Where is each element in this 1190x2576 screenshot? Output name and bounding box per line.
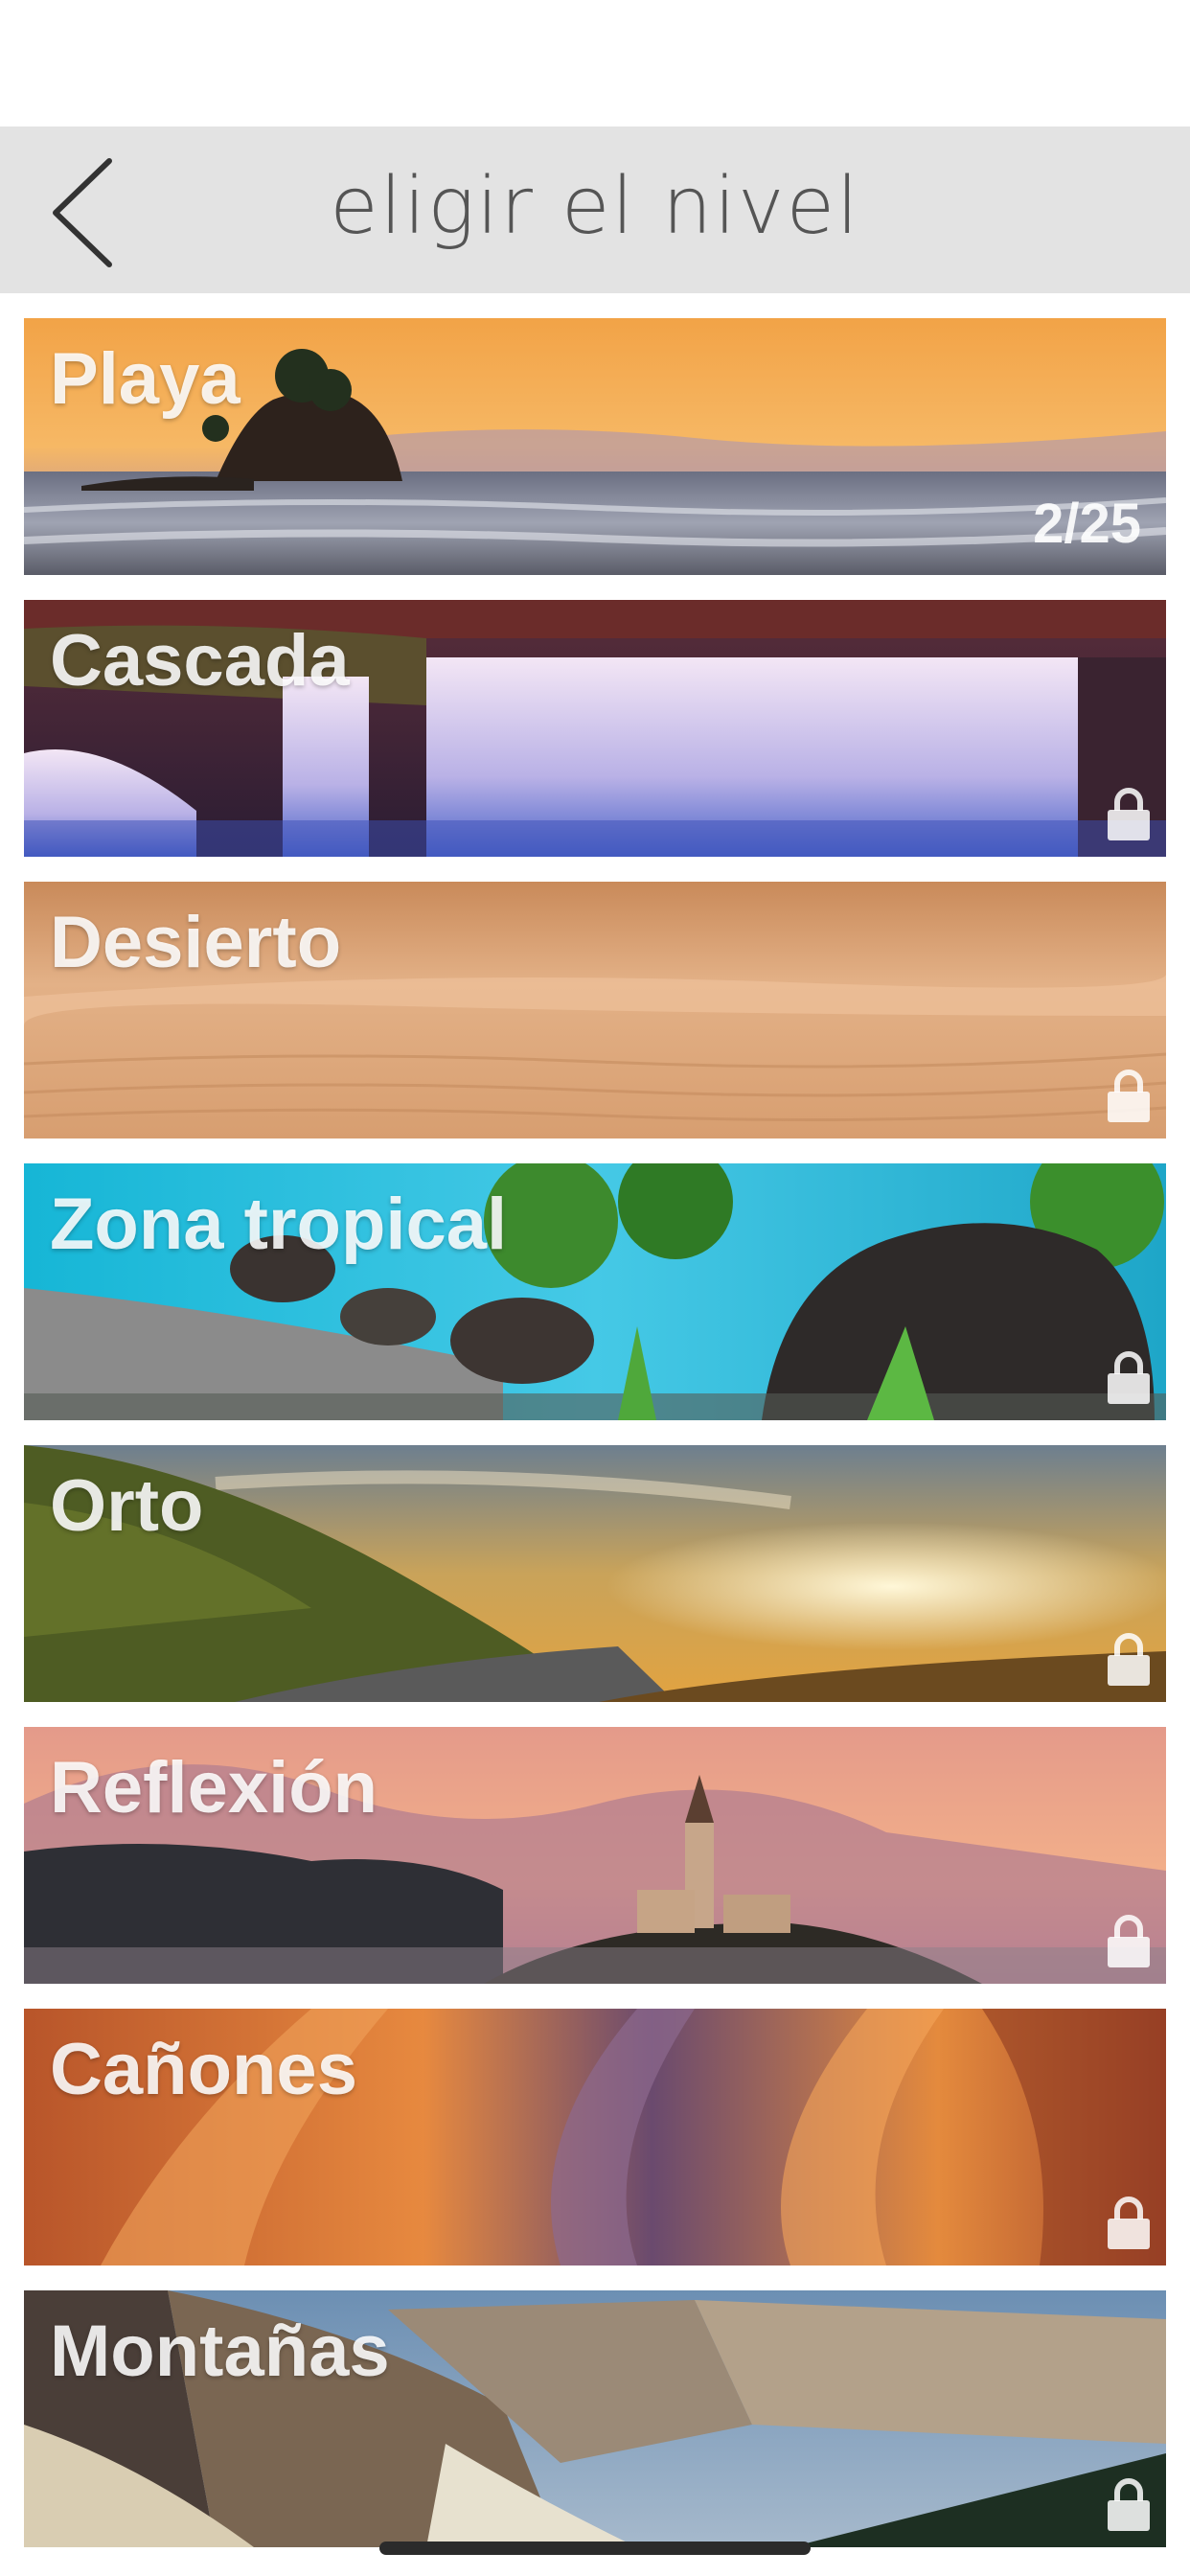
level-card-montanas[interactable]: Montañas: [24, 2290, 1166, 2547]
level-card-reflexion[interactable]: Reflexión: [24, 1727, 1166, 1984]
level-name: Reflexión: [50, 1747, 378, 1828]
level-name: Zona tropical: [50, 1184, 508, 1265]
header-bar: eligir el nivel: [0, 126, 1190, 293]
level-card-cascada[interactable]: Cascada: [24, 600, 1166, 857]
lock-icon: [1108, 1633, 1150, 1686]
level-name: Montañas: [50, 2311, 390, 2392]
level-name: Playa: [50, 338, 240, 420]
lock-icon: [1108, 788, 1150, 840]
lock-icon: [1108, 2478, 1150, 2531]
lock-icon: [1108, 1915, 1150, 1967]
level-card-zona-tropical[interactable]: Zona tropical: [24, 1163, 1166, 1420]
page-title: eligir el nivel: [330, 161, 860, 252]
level-name: Desierto: [50, 902, 342, 983]
level-card-playa[interactable]: Playa 2/25: [24, 318, 1166, 575]
level-name: Cascada: [50, 620, 350, 702]
level-progress: 2/25: [1033, 493, 1141, 555]
lock-icon: [1108, 2196, 1150, 2249]
lock-icon: [1108, 1351, 1150, 1404]
level-name: Orto: [50, 1465, 204, 1547]
level-list: Playa 2/25 Cascada Desierto Zona tropica…: [24, 318, 1166, 2572]
level-card-desierto[interactable]: Desierto: [24, 882, 1166, 1138]
lock-icon: [1108, 1070, 1150, 1122]
level-card-orto[interactable]: Orto: [24, 1445, 1166, 1702]
home-indicator[interactable]: [379, 2542, 811, 2555]
status-bar-area: [0, 0, 1190, 126]
level-name: Cañones: [50, 2029, 357, 2110]
level-card-canones[interactable]: Cañones: [24, 2009, 1166, 2266]
